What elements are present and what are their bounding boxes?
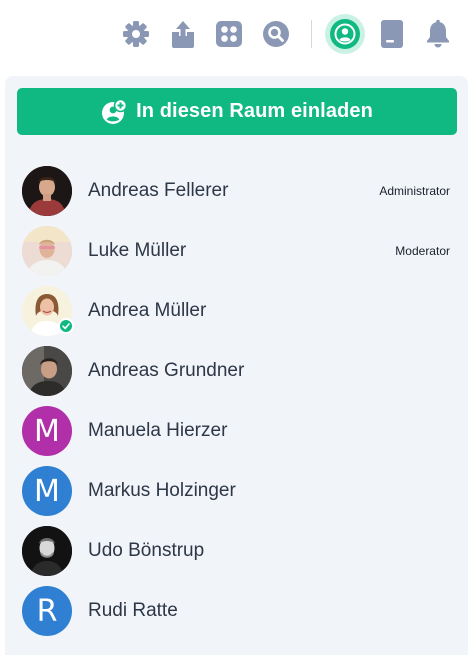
member-name: Udo Bönstrup xyxy=(88,540,205,561)
members-icon xyxy=(334,23,356,45)
member-row[interactable]: Andreas Grundner xyxy=(5,343,468,399)
document-icon xyxy=(381,20,403,48)
member-name: Manuela Hierzer xyxy=(88,420,228,441)
member-row[interactable]: Udo Bönstrup xyxy=(5,523,468,579)
members-panel: In diesen Raum einladen Andreas Fellerer… xyxy=(5,76,468,655)
avatar xyxy=(22,166,72,216)
toolbar-divider xyxy=(311,20,312,48)
member-name: Andreas Fellerer xyxy=(88,180,229,201)
avatar xyxy=(22,226,72,276)
avatar xyxy=(22,526,72,576)
avatar-initial: M xyxy=(34,413,60,449)
avatar xyxy=(22,346,72,396)
member-row[interactable]: M Manuela Hierzer xyxy=(5,403,468,459)
search-button[interactable] xyxy=(256,14,296,54)
invite-button[interactable]: In diesen Raum einladen xyxy=(17,88,457,135)
share-icon xyxy=(172,21,194,48)
avatar-initial: M xyxy=(34,473,60,509)
avatar: R xyxy=(22,586,72,636)
invite-label: In diesen Raum einladen xyxy=(136,100,373,122)
apps-icon xyxy=(216,21,242,47)
user-photo-icon xyxy=(22,346,72,396)
member-row[interactable]: R Rudi Ratte xyxy=(5,583,468,639)
settings-icon xyxy=(123,21,149,47)
member-name: Andreas Grundner xyxy=(88,360,245,381)
apps-button[interactable] xyxy=(209,14,249,54)
member-name: Markus Holzinger xyxy=(88,480,236,501)
check-icon xyxy=(62,323,70,330)
member-name: Rudi Ratte xyxy=(88,600,178,621)
member-row[interactable]: Andreas Fellerer Administrator xyxy=(5,163,468,219)
avatar-initial: R xyxy=(36,593,58,629)
user-photo-icon xyxy=(22,166,72,216)
member-name: Andrea Müller xyxy=(88,300,207,321)
members-button[interactable] xyxy=(325,14,365,54)
avatar: M xyxy=(22,406,72,456)
settings-button[interactable] xyxy=(116,14,156,54)
avatar: M xyxy=(22,466,72,516)
member-row[interactable]: Luke Müller Moderator xyxy=(5,223,468,279)
add-user-icon xyxy=(102,98,128,124)
share-button[interactable] xyxy=(163,14,203,54)
notifications-button[interactable] xyxy=(418,14,458,54)
user-photo-icon xyxy=(22,226,72,276)
member-name: Luke Müller xyxy=(88,240,187,261)
document-button[interactable] xyxy=(372,14,412,54)
member-role: Administrator xyxy=(379,184,450,198)
member-row[interactable]: M Markus Holzinger xyxy=(5,463,468,519)
user-photo-icon xyxy=(22,526,72,576)
room-toolbar xyxy=(0,0,475,70)
search-icon xyxy=(263,21,289,47)
bell-icon xyxy=(427,19,449,48)
member-role: Moderator xyxy=(395,244,450,258)
verified-badge xyxy=(58,318,74,334)
member-row[interactable]: Andrea Müller xyxy=(5,283,468,339)
